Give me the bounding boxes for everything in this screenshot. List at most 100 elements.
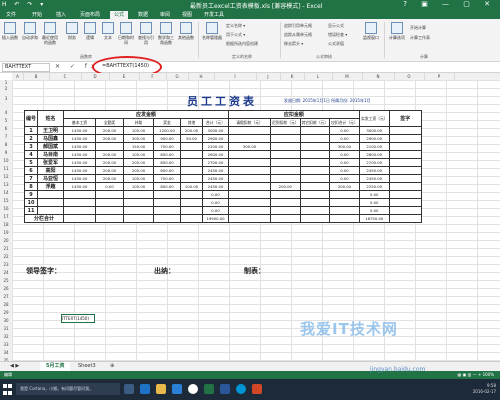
table-cell[interactable] [63,214,97,223]
word-taskbar-icon[interactable] [220,384,230,394]
worksheet-grid[interactable]: ABCDEFGHIJKLMNOP 1 2 3 4 5 6 7 8 9 10 11 12 13 14 15 16… [0,73,500,361]
sign-cell[interactable] [388,126,422,135]
table-cell[interactable] [180,142,204,151]
table-cell[interactable]: 1450.00 [63,126,97,135]
financial-button[interactable]: 财务 [64,22,80,40]
row-header[interactable]: 19 [0,230,12,235]
row-header[interactable]: 31 [0,326,12,331]
row-header[interactable]: 29 [0,310,12,315]
table-cell[interactable] [228,134,272,143]
table-cell[interactable]: 0.00 [329,150,360,159]
hp-icon[interactable] [236,384,246,394]
table-cell[interactable] [95,190,125,199]
table-cell[interactable] [270,214,301,223]
table-cell[interactable]: 100.00 [123,182,155,191]
table-cell[interactable] [299,182,331,191]
column-header[interactable]: K [280,73,305,80]
row-header[interactable]: 12 [0,174,12,179]
row-header[interactable]: 30 [0,318,12,323]
table-cell[interactable]: 100.00 [123,174,155,183]
row-header[interactable]: 1 [0,80,12,85]
table-cell[interactable]: 100.00 [180,182,204,191]
row-header[interactable]: 20 [0,238,12,243]
row-header[interactable]: 33 [0,342,12,347]
table-cell[interactable]: 2450.00 [202,182,230,191]
table-cell[interactable] [299,142,331,151]
table-cell[interactable]: 1450.00 [63,158,97,167]
tab-view[interactable]: 视图 [178,11,196,19]
table-cell[interactable]: 100.00 [123,126,155,135]
column-header[interactable]: I [214,73,257,80]
edge-browser-icon[interactable] [140,384,150,394]
cortana-search-box[interactable]: 我是 Cortana，小娜。有问题尽管问我。 [16,383,120,395]
table-cell[interactable]: 2450.00 [358,174,390,183]
table-cell[interactable] [228,214,272,223]
app-icon[interactable] [252,384,262,394]
table-cell[interactable]: 800.00 [153,182,182,191]
tab-page-layout[interactable]: 页面布局 [76,11,104,19]
sign-cell[interactable] [388,174,422,183]
task-view-icon[interactable] [124,384,134,394]
table-cell[interactable]: 200.00 [95,174,125,183]
table-cell[interactable]: 0.00 [358,198,390,207]
text-button[interactable]: 文本 [100,22,116,40]
column-header[interactable]: P [424,73,455,80]
column-header[interactable]: G [166,73,189,80]
window-controls[interactable]: ? ▣ — ▢ ✕ [403,0,496,8]
table-cell[interactable] [299,174,331,183]
table-cell[interactable] [270,134,301,143]
table-cell[interactable]: 1450.00 [63,150,97,159]
excel-taskbar-icon[interactable] [204,384,214,394]
table-cell[interactable] [95,142,125,151]
row-header[interactable]: 7 [0,134,12,139]
row-header[interactable]: 27 [0,294,12,299]
table-cell[interactable]: 200.00 [95,150,125,159]
table-cell[interactable] [63,190,97,199]
table-cell[interactable] [123,190,155,199]
table-cell[interactable]: 0.00 [329,174,360,183]
table-cell[interactable] [63,198,97,207]
row-header[interactable]: 24 [0,270,12,275]
sign-cell[interactable] [388,142,422,151]
sheet-tab-sheet3[interactable]: Sheet3 [72,362,102,371]
tab-home[interactable]: 开始 [28,11,46,19]
sheet-nav-arrows[interactable]: ◀ ▶ [4,362,25,371]
table-cell[interactable]: 200.00 [270,182,301,191]
row-header[interactable]: 11 [0,166,12,171]
table-cell[interactable]: 0.00 [329,166,360,175]
total-actual[interactable]: 18750.00 [358,214,390,223]
row-id-cell[interactable]: 3 [23,142,39,151]
row-id-cell[interactable]: 1 [23,126,39,135]
table-cell[interactable]: 0.00 [329,158,360,167]
table-cell[interactable] [153,190,182,199]
cell-area[interactable]: 员工工资表 发放日期: 2015年1月1日 所属月份: 2015年1月 编号 姓… [12,80,500,361]
windows-start-icon[interactable] [3,384,13,395]
table-cell[interactable]: 0.00 [358,206,390,215]
table-cell[interactable] [180,190,204,199]
table-cell[interactable]: 0.00 [329,134,360,143]
table-cell[interactable]: 850.00 [153,158,182,167]
table-cell[interactable]: 1450.00 [63,182,97,191]
employee-name-cell[interactable]: 张爱军 [37,158,65,167]
table-cell[interactable] [180,174,204,183]
calculate-sheet-button[interactable]: 计算工作表 [410,35,430,41]
tab-formulas[interactable]: 公式 [110,11,129,19]
table-cell[interactable] [180,198,204,207]
row-id-cell[interactable]: 7 [23,174,39,183]
row-header[interactable]: 15 [0,198,12,203]
table-cell[interactable] [95,214,125,223]
row-header[interactable]: 5 [0,118,12,123]
employee-name-cell[interactable] [37,190,65,199]
table-cell[interactable] [228,206,272,215]
table-cell[interactable]: 0.00 [202,190,230,199]
table-cell[interactable]: 2250.00 [358,182,390,191]
sign-cell[interactable] [388,134,422,143]
trace-precedents-button[interactable]: 追踪引用单元格 [284,23,312,29]
row-header[interactable]: 23 [0,262,12,267]
table-cell[interactable]: 850.00 [153,150,182,159]
add-sheet-icon[interactable]: ⊕ [104,362,120,371]
sign-cell[interactable] [388,166,422,175]
chrome-icon[interactable] [188,384,198,394]
table-cell[interactable]: 0.00 [358,190,390,199]
file-explorer-icon[interactable] [156,384,166,394]
